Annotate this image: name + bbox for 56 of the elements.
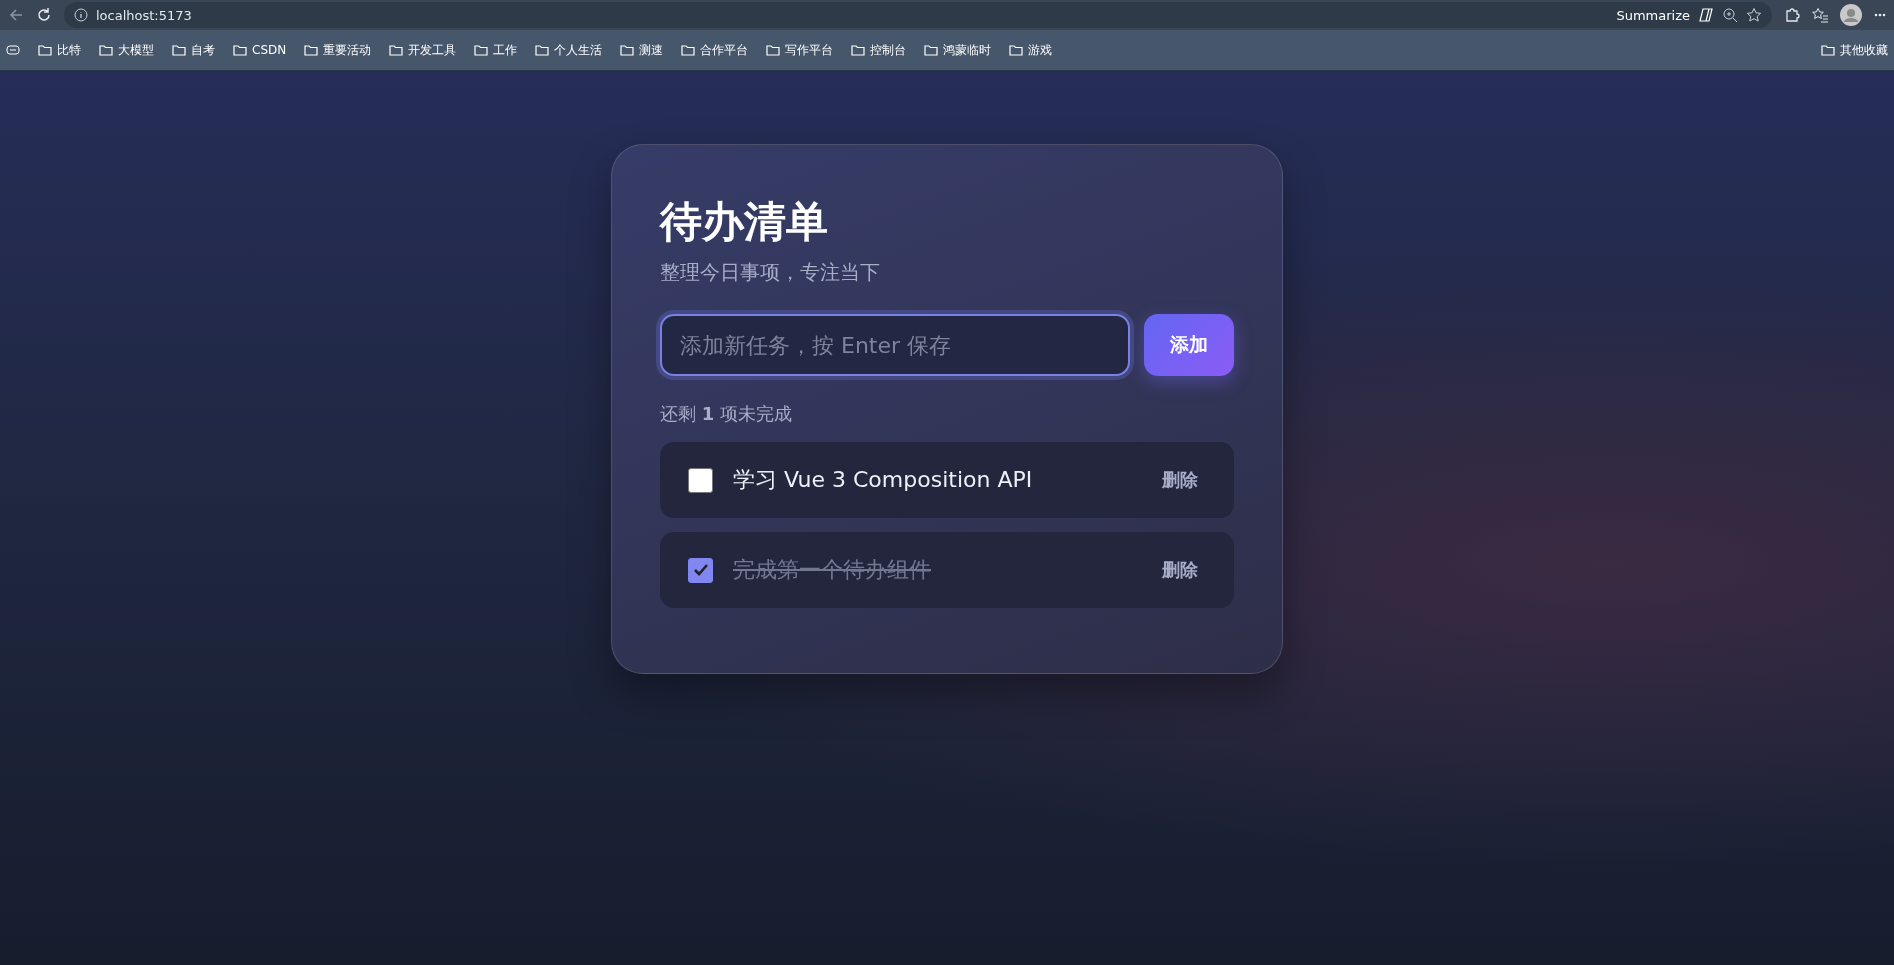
todo-checkbox[interactable] — [688, 467, 713, 493]
more-icon[interactable] — [1874, 13, 1886, 17]
todo-checkbox[interactable] — [688, 557, 713, 583]
bookmark-folder[interactable]: 工作 — [474, 41, 518, 59]
folder-icon — [766, 44, 781, 56]
remaining-count-text: 还剩 1 项未完成 — [660, 402, 793, 427]
tab-strip-icon[interactable] — [6, 45, 20, 55]
avatar-icon[interactable] — [1840, 4, 1862, 26]
bookmark-folder[interactable]: 游戏 — [1009, 41, 1053, 59]
card-title: 待办清单 — [660, 197, 829, 248]
bookmark-folder[interactable]: 控制台 — [851, 41, 907, 59]
bookmark-folder[interactable]: 测速 — [620, 41, 664, 59]
favorites-icon[interactable] — [1812, 7, 1828, 23]
new-task-input[interactable]: 添加新任务，按 Enter 保存 — [660, 314, 1130, 377]
copilot-icon[interactable] — [1698, 7, 1714, 23]
folder-icon — [620, 44, 635, 56]
back-arrow-icon[interactable] — [8, 7, 24, 23]
bookmark-folder[interactable]: 合作平台 — [681, 41, 749, 59]
folder-icon — [304, 44, 319, 56]
folder-icon — [535, 44, 550, 56]
folder-icon — [99, 44, 113, 56]
delete-button[interactable]: 删除 — [1154, 554, 1206, 587]
folder-icon — [1009, 44, 1024, 56]
todo-text: 学习 Vue 3 Composition API — [733, 466, 1034, 495]
folder-icon — [851, 44, 866, 56]
folder-icon — [1821, 44, 1835, 56]
add-button[interactable]: 添加 — [1144, 314, 1234, 377]
bookmark-folder[interactable]: 重要活动 — [304, 41, 372, 59]
info-icon[interactable] — [74, 8, 88, 22]
folder-icon — [38, 44, 52, 56]
folder-icon — [389, 44, 404, 56]
address-bar[interactable]: localhost:5173 Summarize — [64, 2, 1772, 28]
folder-icon — [474, 44, 489, 56]
bookmark-folder[interactable]: CSDN — [233, 43, 287, 57]
folder-icon — [233, 44, 247, 56]
folder-icon — [172, 44, 186, 56]
delete-button[interactable]: 删除 — [1154, 464, 1206, 497]
bookmark-folder[interactable]: 自考 — [172, 41, 215, 59]
other-bookmarks-folder[interactable]: 其他收藏 — [1821, 41, 1888, 59]
url-text: localhost:5173 — [96, 7, 192, 23]
bookmark-folder[interactable]: 开发工具 — [389, 41, 457, 59]
zoom-icon[interactable] — [1722, 7, 1738, 23]
bookmark-folder[interactable]: 写作平台 — [766, 41, 834, 59]
card-subtitle: 整理今日事项，专注当下 — [660, 259, 881, 287]
bookmark-folder[interactable]: 比特 — [38, 41, 81, 59]
reload-icon[interactable] — [36, 7, 52, 23]
bookmark-folder[interactable]: 鸿蒙临时 — [924, 41, 992, 59]
bookmark-folder[interactable]: 大模型 — [99, 41, 154, 59]
summarize-text[interactable]: Summarize — [1616, 7, 1690, 23]
bookmark-folder[interactable]: 个人生活 — [535, 41, 603, 59]
puzzle-icon[interactable] — [1784, 7, 1800, 23]
star-icon[interactable] — [1746, 7, 1762, 23]
folder-icon — [924, 44, 939, 56]
check-icon — [692, 563, 709, 578]
todo-text: 完成第一个待办组件 — [733, 556, 932, 585]
folder-icon — [681, 44, 696, 56]
